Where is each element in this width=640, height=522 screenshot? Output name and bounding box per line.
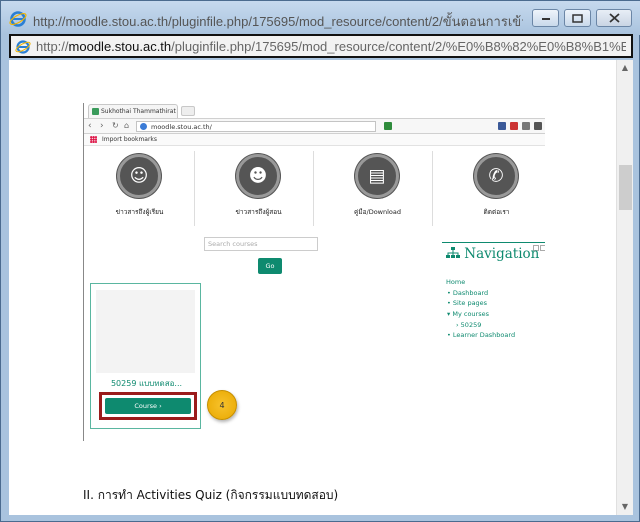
close-button[interactable]	[596, 9, 632, 27]
home-icon: ⌂	[124, 121, 130, 130]
nav-home: Home	[446, 278, 466, 286]
sitemap-icon	[446, 247, 460, 258]
nav-item-label: 50259	[460, 321, 482, 329]
manual-icon: ▤	[355, 154, 399, 198]
nav-item-label: Dashboard	[452, 289, 489, 297]
navigation-title: Navigation	[446, 246, 539, 262]
teacher-news-icon: ☻	[236, 154, 280, 198]
screenshot-tab-title: Sukhothai Thammathirat	[101, 108, 176, 115]
more-icon	[534, 122, 542, 130]
highlight-frame: Course ›	[99, 392, 197, 420]
extension-icon	[384, 122, 392, 130]
tile-glyph: ✆	[488, 165, 504, 187]
bookmark-item: Import bookmarks	[102, 136, 158, 143]
search-courses-input: Search courses	[204, 237, 318, 251]
tile-label: ข่าวสารถึงผู้เรียน	[115, 208, 164, 216]
facebook-icon	[498, 122, 506, 130]
secure-icon	[140, 123, 147, 130]
tile-glyph: ☻	[248, 165, 268, 187]
scroll-up-icon[interactable]: ▲	[617, 60, 633, 76]
nav-dashboard: • Dashboard	[447, 289, 489, 297]
divider	[442, 242, 545, 243]
menu-icon	[522, 122, 530, 130]
pocket-icon	[510, 122, 518, 130]
tile-glyph: ▤	[368, 165, 386, 187]
screenshot-tab: Sukhothai Thammathirat	[88, 104, 178, 118]
contact-icon: ✆	[474, 154, 518, 198]
page-icon	[15, 40, 31, 54]
navigation-block: Navigation Home • Dashboard • Site pages…	[442, 232, 545, 352]
window-title: http://moodle.stou.ac.th/pluginfile.php/…	[33, 14, 523, 29]
reload-icon: ↻	[112, 121, 119, 130]
address-path: /pluginfile.php/175695/mod_resource/cont…	[171, 39, 626, 54]
block-controls	[532, 236, 545, 251]
nav-my-courses: ▾ My courses	[447, 310, 489, 318]
forward-icon: ›	[100, 121, 104, 131]
screenshot-toolbar: ‹ › ↻ ⌂ moodle.stou.ac.th/	[84, 118, 545, 134]
vertical-scrollbar[interactable]: ▲ ▼	[616, 60, 633, 515]
student-news-icon: ☺	[117, 154, 161, 198]
course-image	[96, 290, 195, 373]
address-scheme: http://	[36, 39, 69, 54]
back-icon: ‹	[88, 121, 92, 131]
new-tab-icon	[181, 106, 195, 116]
tile-contact: ✆ ติดต่อเรา	[441, 151, 545, 226]
tile-label: ข่าวสารถึงผู้สอน	[235, 208, 282, 216]
go-button: Go	[258, 258, 282, 274]
nav-course-50259: › 50259	[456, 321, 482, 329]
course-card: 50259 แบบทดสอ... Course ›	[90, 283, 201, 429]
browser-window: http://moodle.stou.ac.th/pluginfile.php/…	[0, 0, 640, 522]
title-bar: http://moodle.stou.ac.th/pluginfile.php/…	[1, 1, 640, 35]
scroll-thumb[interactable]	[619, 165, 632, 210]
site-favicon-icon	[92, 108, 99, 115]
nav-item-label: Learner Dashboard	[452, 331, 516, 339]
course-button: Course ›	[105, 398, 191, 414]
scroll-down-icon[interactable]: ▼	[617, 499, 633, 515]
nav-site-pages: • Site pages	[447, 299, 488, 307]
screenshot-bookmarks-bar: Import bookmarks	[84, 134, 545, 146]
internet-explorer-icon	[9, 11, 27, 27]
nav-learner-dashboard: • Learner Dashboard	[447, 331, 516, 339]
tile-label: คู่มือ/Download	[353, 208, 402, 216]
minimize-icon	[541, 18, 550, 20]
tile-teacher-news: ☻ ข่าวสารถึงผู้สอน	[203, 151, 314, 226]
maximize-icon	[572, 13, 583, 23]
document-viewport: Sukhothai Thammathirat ‹ › ↻ ⌂ moodle.st…	[9, 60, 633, 515]
embedded-screenshot: Sukhothai Thammathirat ‹ › ↻ ⌂ moodle.st…	[83, 103, 545, 441]
close-icon	[608, 13, 620, 23]
tile-manual: ▤ คู่มือ/Download	[322, 151, 433, 226]
step-callout: 4	[207, 390, 237, 420]
tile-glyph: ☺	[129, 165, 149, 187]
address-text[interactable]: http://moodle.stou.ac.th/pluginfile.php/…	[36, 39, 626, 54]
section-heading: II. การทำ Activities Quiz (กิจกรรมแบบทดส…	[83, 488, 339, 502]
navigation-title-text: Navigation	[464, 246, 540, 262]
tile-label: ติดต่อเรา	[483, 208, 510, 216]
course-name: 50259 แบบทดสอ...	[110, 379, 183, 388]
minimize-button[interactable]	[532, 9, 559, 27]
screenshot-tabstrip: Sukhothai Thammathirat	[84, 103, 545, 118]
maximize-button[interactable]	[564, 9, 591, 27]
nav-item-label: Site pages	[452, 299, 488, 307]
screenshot-url: moodle.stou.ac.th/	[151, 123, 212, 131]
nav-item-label: My courses	[452, 310, 489, 318]
address-host: moodle.stou.ac.th	[68, 39, 172, 54]
screenshot-url-box: moodle.stou.ac.th/	[136, 121, 376, 132]
address-bar[interactable]: http://moodle.stou.ac.th/pluginfile.php/…	[9, 34, 633, 58]
apps-icon	[90, 136, 97, 143]
tile-student-news: ☺ ข่าวสารถึงผู้เรียน	[84, 151, 195, 226]
